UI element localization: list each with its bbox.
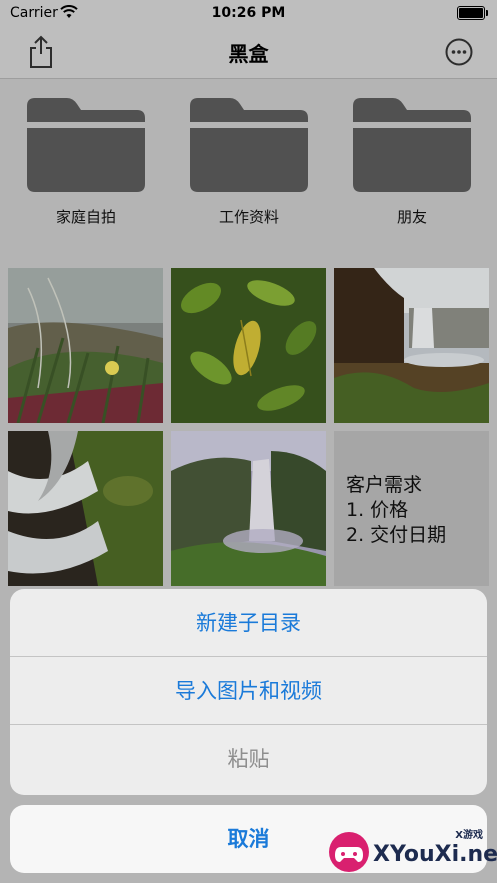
watermark-tag: X游戏 — [455, 830, 483, 841]
paste-button[interactable]: 粘贴 — [10, 725, 487, 793]
action-sheet: 新建子目录 导入图片和视频 粘贴 — [10, 589, 487, 795]
import-media-button[interactable]: 导入图片和视频 — [10, 657, 487, 725]
gamepad-logo-icon — [329, 832, 369, 872]
new-subfolder-button[interactable]: 新建子目录 — [10, 589, 487, 657]
watermark: XYouXi.net X游戏 — [323, 824, 497, 880]
watermark-domain: XYouXi.net — [373, 842, 497, 867]
